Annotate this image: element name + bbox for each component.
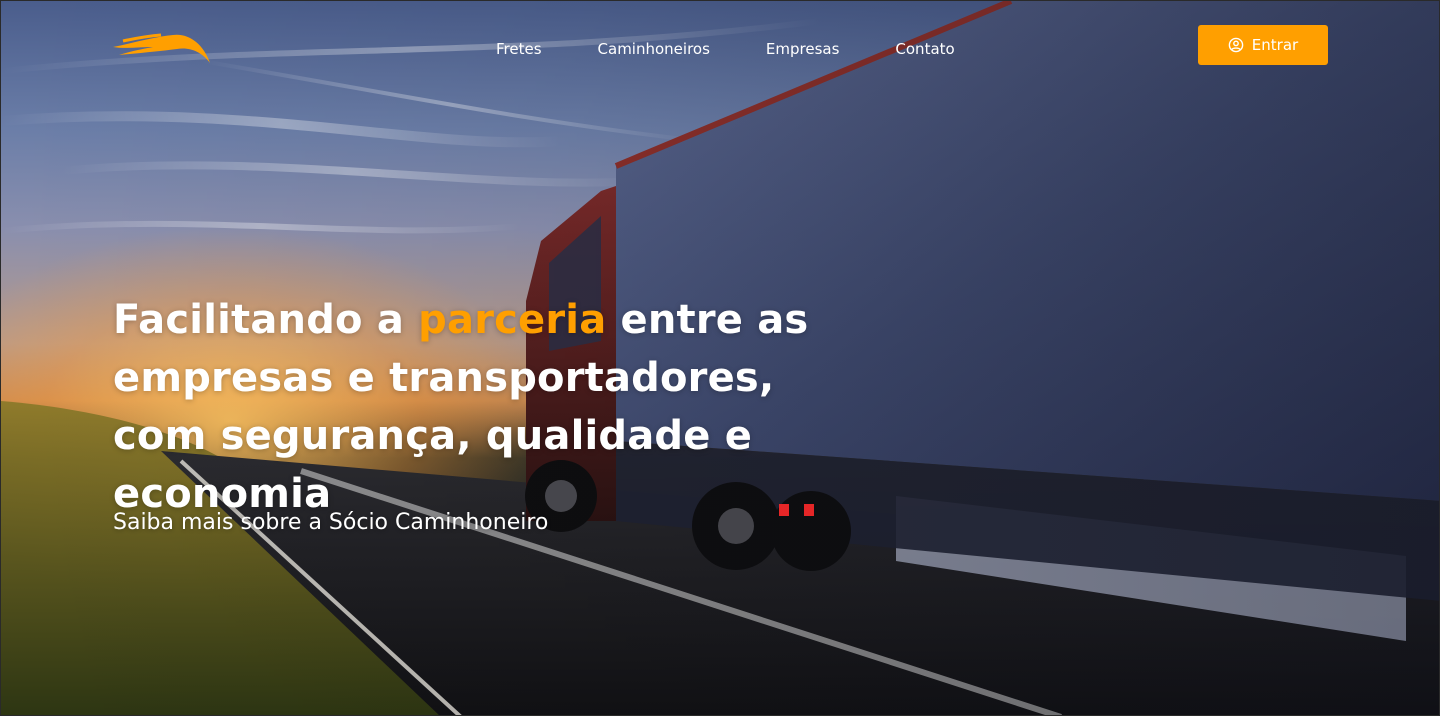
learn-more-link[interactable]: Saiba mais sobre a Sócio Caminhoneiro — [113, 508, 548, 538]
login-button[interactable]: Entrar — [1198, 25, 1328, 65]
user-circle-icon — [1228, 37, 1244, 53]
login-button-label: Entrar — [1251, 36, 1299, 54]
hero-section: Fretes Caminhoneiros Empresas Contato En… — [0, 0, 1440, 716]
nav-item-empresas[interactable]: Empresas — [766, 39, 840, 59]
main-nav: Fretes Caminhoneiros Empresas Contato — [496, 39, 955, 59]
headline-part-1: Facilitando a — [113, 297, 419, 343]
headline-accent: parceria — [418, 297, 607, 343]
nav-item-contato[interactable]: Contato — [895, 39, 954, 59]
eagle-logo[interactable] — [113, 33, 211, 65]
nav-item-caminhoneiros[interactable]: Caminhoneiros — [598, 39, 710, 59]
hero-headline: Facilitando a parceria entre as empresas… — [113, 291, 833, 523]
nav-item-fretes[interactable]: Fretes — [496, 39, 542, 59]
